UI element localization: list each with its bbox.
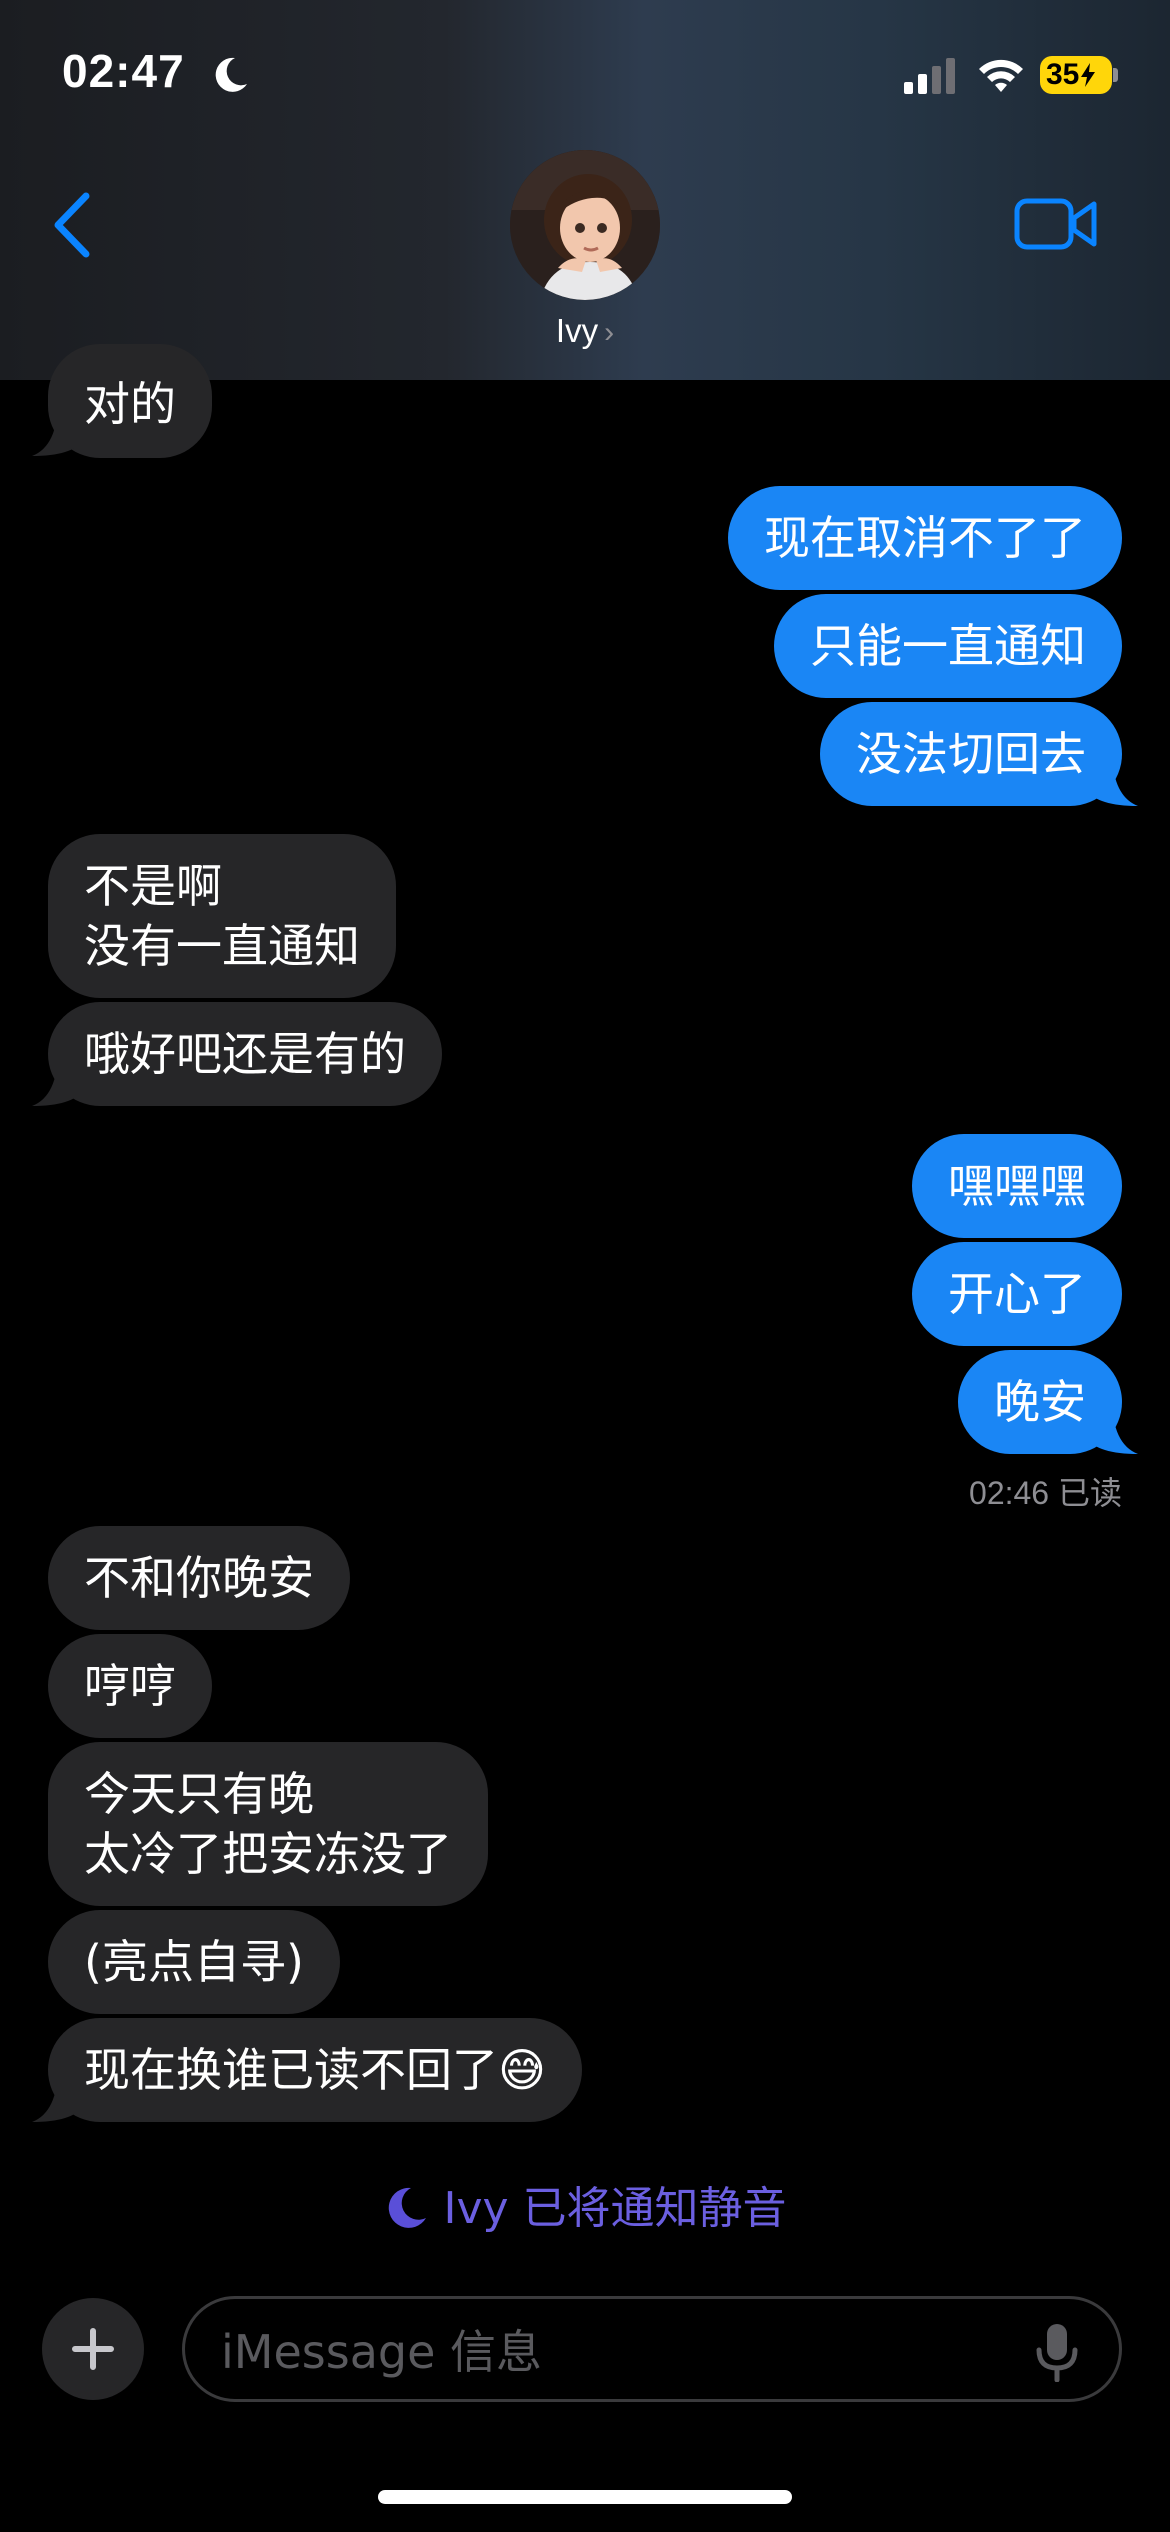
received-message[interactable]: 现在换谁已读不回了😅 <box>48 2018 582 2122</box>
plus-icon <box>72 2328 114 2370</box>
message-input-placeholder: iMessage 信息 <box>221 2325 543 2379</box>
battery-nub <box>1113 68 1118 82</box>
bolt-icon <box>1081 63 1096 87</box>
received-message[interactable]: 今天只有晚 太冷了把安冻没了 <box>48 1742 488 1906</box>
conversation-header: 02:47 35 Ivy › <box>0 0 1170 380</box>
sent-message[interactable]: 没法切回去 <box>820 702 1122 806</box>
sent-message[interactable]: 只能一直通知 <box>774 594 1122 698</box>
battery-level: 35 <box>1046 58 1080 91</box>
moon-icon <box>215 57 247 92</box>
apps-plus-button[interactable] <box>42 2298 144 2400</box>
contact-name: Ivy <box>555 312 599 349</box>
notifications-muted-notice: Ivy 已将通知静音 <box>0 2172 1170 2236</box>
bubble-tail <box>32 1050 84 1106</box>
back-chevron-icon[interactable] <box>48 190 98 260</box>
messages-screen: 02:47 35 Ivy › 对的 现在取消不了了 只能一直通知 没法切回去 不… <box>0 0 1170 2532</box>
received-message[interactable]: (亮点自寻) <box>48 1910 340 2014</box>
video-camera-icon[interactable] <box>1014 196 1098 252</box>
status-time: 02:47 <box>62 45 185 97</box>
sent-message[interactable]: 嘿嘿嘿 <box>912 1134 1122 1238</box>
received-message[interactable]: 不是啊 没有一直通知 <box>48 834 396 998</box>
sent-message[interactable]: 开心了 <box>912 1242 1122 1346</box>
received-message[interactable]: 哦好吧还是有的 <box>48 1002 442 1106</box>
home-indicator[interactable] <box>378 2490 792 2504</box>
muted-note-text: Ivy 已将通知静音 <box>443 2183 787 2234</box>
moon-icon <box>389 2187 427 2228</box>
bubble-tail <box>1086 1398 1138 1454</box>
contact-name-button[interactable]: Ivy › <box>0 312 1170 350</box>
avatar[interactable] <box>510 150 660 300</box>
battery-icon: 35 <box>1040 56 1112 94</box>
sent-message[interactable]: 现在取消不了了 <box>728 486 1122 590</box>
signal-icon <box>904 58 955 94</box>
wifi-icon <box>979 59 1023 92</box>
received-message[interactable]: 不和你晚安 <box>48 1526 350 1630</box>
microphone-icon[interactable] <box>1034 2322 1080 2382</box>
bubble-tail <box>32 400 84 456</box>
received-message[interactable]: 哼哼 <box>48 1634 212 1738</box>
chevron-right-icon: › <box>604 316 615 349</box>
avatar-illustration <box>510 150 660 300</box>
message-input[interactable]: iMessage 信息 <box>182 2296 1122 2402</box>
read-receipt: 02:46 已读 <box>969 1475 1122 1511</box>
bubble-tail <box>1086 750 1138 806</box>
bubble-tail <box>32 2066 84 2122</box>
